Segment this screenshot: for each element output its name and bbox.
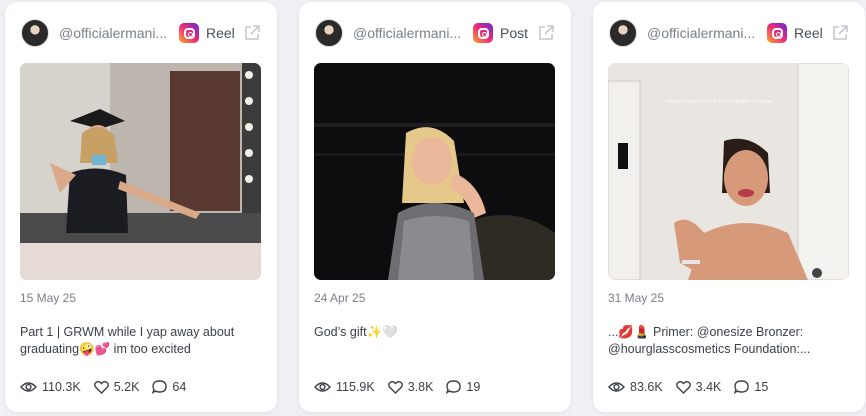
post-type-label: Reel <box>794 25 823 41</box>
external-link-icon[interactable] <box>243 24 261 42</box>
post-caption: Part 1 | GRWM while I yap away about gra… <box>20 325 235 356</box>
comments-count: 19 <box>466 380 481 394</box>
external-link-icon[interactable] <box>537 24 555 42</box>
eye-icon <box>608 382 625 392</box>
post-date: 24 Apr 25 <box>314 291 366 305</box>
instagram-icon <box>179 23 199 43</box>
post-stats: 115.9K 3.8K 19 <box>314 378 493 396</box>
views-count: 110.3K <box>42 380 81 394</box>
account-handle[interactable]: @officialermani... <box>59 25 171 41</box>
post-card[interactable]: @officialermani... Reel HOW DO YOU EXPLA… <box>593 2 865 412</box>
post-date: 31 May 25 <box>608 291 665 305</box>
likes-stat: 3.8K <box>387 380 434 394</box>
comments-stat: 64 <box>152 380 186 394</box>
avatar[interactable] <box>21 19 49 47</box>
eye-icon <box>314 382 331 392</box>
card-header: @officialermani... Post <box>315 18 555 48</box>
post-thumbnail[interactable] <box>20 63 261 280</box>
eye-icon <box>20 382 37 392</box>
post-caption: ...💋💄 Primer: @onesize Bronzer: @hourgla… <box>608 325 811 356</box>
views-count: 115.9K <box>336 380 375 394</box>
instagram-icon <box>767 23 787 43</box>
comment-icon <box>446 380 462 394</box>
post-date: 15 May 25 <box>20 291 77 305</box>
external-link-icon[interactable] <box>831 24 849 42</box>
avatar[interactable] <box>315 19 343 47</box>
likes-stat: 5.2K <box>93 380 140 394</box>
thumbnail-image <box>314 63 555 280</box>
comments-stat: 19 <box>446 380 480 394</box>
post-type-label: Reel <box>206 25 235 41</box>
comment-icon <box>152 380 168 394</box>
views-stat: 110.3K <box>20 380 81 394</box>
post-thumbnail[interactable]: HOW DO YOU EXPLAIN THIS FEELING TO A MAN <box>608 63 849 280</box>
post-type-label: Post <box>500 25 529 41</box>
likes-count: 3.8K <box>407 380 434 394</box>
post-card[interactable]: @officialermani... Post 24 Apr 25 God’s … <box>299 2 571 412</box>
account-handle[interactable]: @officialermani... <box>353 25 465 41</box>
views-stat: 83.6K <box>608 380 663 394</box>
card-header: @officialermani... Reel <box>609 18 849 48</box>
avatar[interactable] <box>609 19 637 47</box>
comment-icon <box>734 380 750 394</box>
account-handle[interactable]: @officialermani... <box>647 25 759 41</box>
post-stats: 110.3K 5.2K 64 <box>20 378 199 396</box>
post-stats: 83.6K 3.4K 15 <box>608 378 781 396</box>
views-stat: 115.9K <box>314 380 375 394</box>
thumbnail-image: HOW DO YOU EXPLAIN THIS FEELING TO A MAN <box>608 63 849 280</box>
likes-count: 5.2K <box>113 380 140 394</box>
post-card[interactable]: @officialermani... Reel 15 May 25 Part 1… <box>5 2 277 412</box>
video-overlay-text: HOW DO YOU EXPLAIN THIS FEELING TO A MAN <box>666 99 773 104</box>
comments-count: 64 <box>172 380 187 394</box>
instagram-icon <box>473 23 493 43</box>
post-caption: God’s gift✨🤍 <box>314 325 398 339</box>
comments-stat: 15 <box>734 380 768 394</box>
thumbnail-image <box>20 63 261 280</box>
comments-count: 15 <box>754 380 769 394</box>
likes-count: 3.4K <box>695 380 722 394</box>
views-count: 83.6K <box>630 380 663 394</box>
heart-icon <box>675 380 691 394</box>
post-thumbnail[interactable] <box>314 63 555 280</box>
likes-stat: 3.4K <box>675 380 722 394</box>
heart-icon <box>387 380 403 394</box>
heart-icon <box>93 380 109 394</box>
card-header: @officialermani... Reel <box>21 18 261 48</box>
